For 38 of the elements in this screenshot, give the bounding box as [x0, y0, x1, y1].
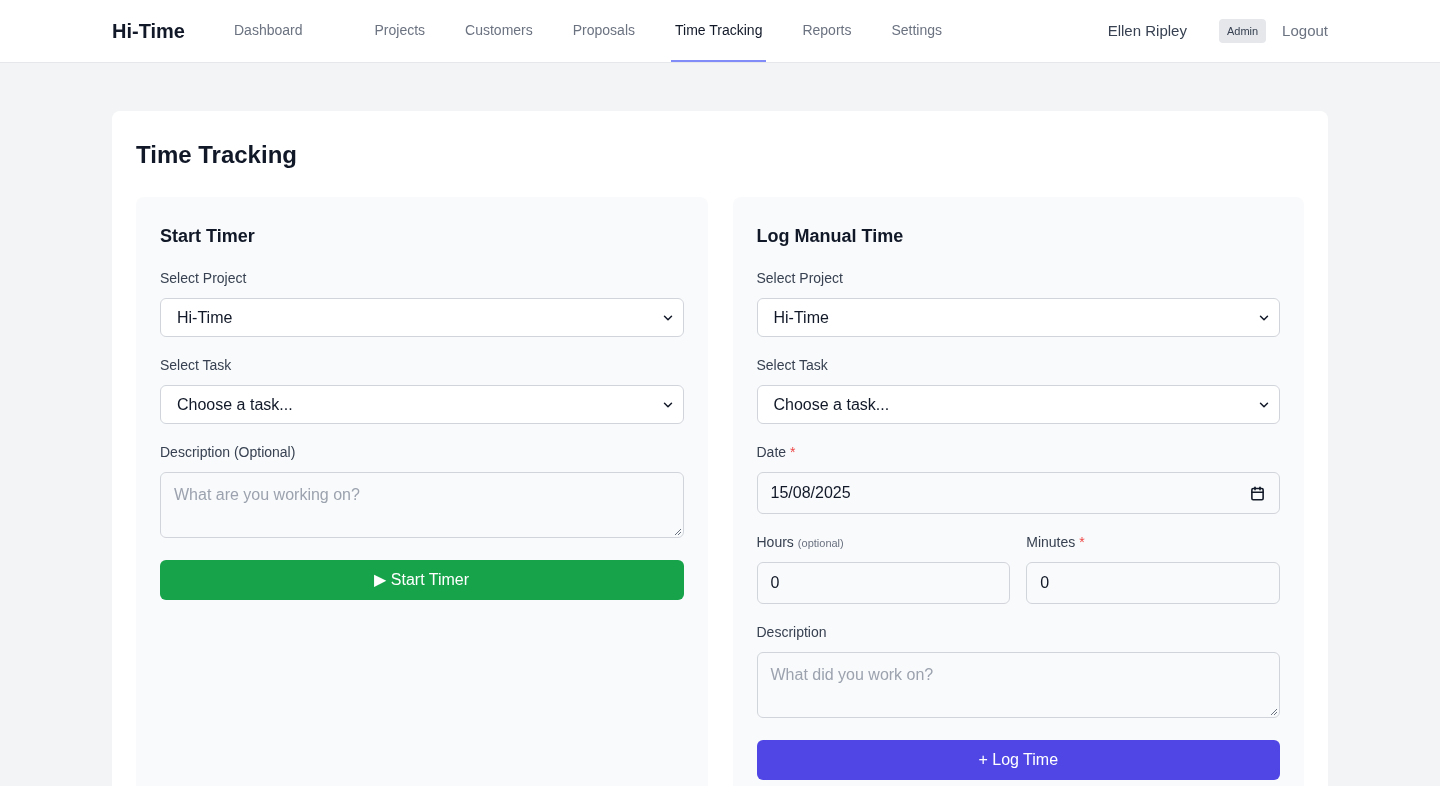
user-name: Ellen Ripley [1107, 20, 1187, 41]
nav-link[interactable]: Settings [887, 0, 947, 62]
required-mark: * [1079, 533, 1085, 552]
role-badge: Admin [1218, 18, 1267, 44]
resize-handle-icon [1270, 708, 1277, 715]
nav-link[interactable]: Projects [370, 0, 430, 62]
field-label: Description (Optional) [160, 443, 296, 462]
field-label: Date [756, 443, 787, 462]
field-label: Select Task [160, 356, 232, 375]
logout-link[interactable]: Logout [1282, 19, 1328, 43]
field-label: Select Project [160, 269, 247, 288]
date-field[interactable]: 15/08/2025 [756, 472, 1280, 514]
field-label: Hours [756, 533, 794, 552]
field-hint: (optional) [797, 536, 844, 551]
nav-link[interactable]: Customers [461, 0, 537, 62]
panel-title: Start Timer [160, 225, 256, 248]
app-logo: Hi-Time [112, 19, 185, 44]
calendar-icon [1250, 485, 1265, 501]
number-field[interactable]: 0 [756, 562, 1011, 604]
field-label: Description [756, 623, 827, 642]
nav-link[interactable]: Dashboard [230, 0, 307, 62]
field-label: Select Project [756, 269, 843, 288]
required-mark: * [790, 443, 796, 462]
resize-handle-icon [673, 528, 681, 535]
select-field[interactable]: Hi-Time [756, 298, 1280, 337]
submit-button[interactable]: ▶ Start Timer [160, 560, 684, 600]
field-label: Select Task [756, 356, 828, 375]
field-label: Minutes [1026, 533, 1076, 552]
page-title: Time Tracking [136, 140, 298, 170]
select-field[interactable]: Hi-Time [160, 298, 684, 337]
panel-title: Log Manual Time [756, 225, 905, 248]
nav-link[interactable]: Reports [798, 0, 856, 62]
select-field[interactable]: Choose a task... [160, 385, 684, 424]
select-field[interactable]: Choose a task... [756, 385, 1280, 424]
nav-link[interactable]: Proposals [568, 0, 640, 62]
number-field[interactable]: 0 [1026, 562, 1280, 604]
submit-button[interactable]: + Log Time [756, 740, 1280, 780]
nav-link[interactable]: Time Tracking [671, 0, 767, 62]
